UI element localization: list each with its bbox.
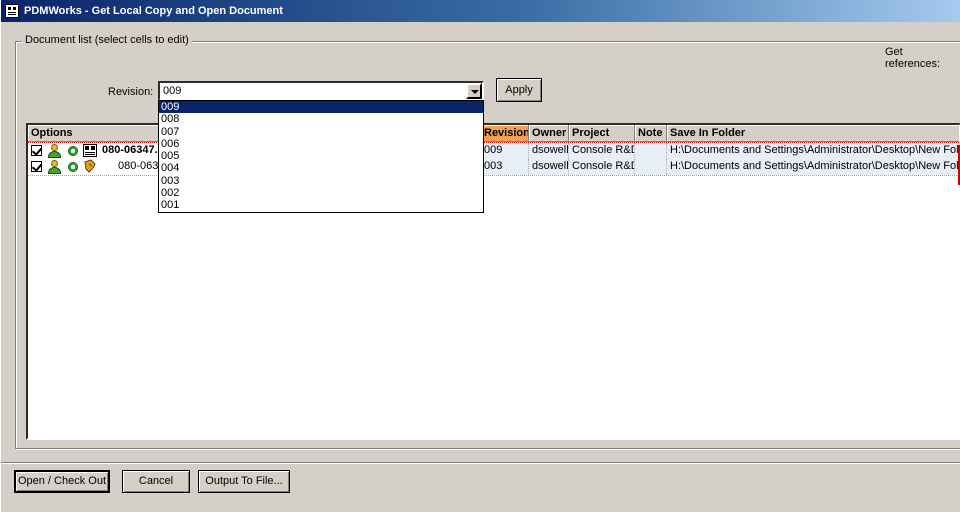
footer-separator (1, 462, 960, 464)
revision-option[interactable]: 006 (159, 138, 483, 150)
part-icon (84, 159, 96, 173)
revision-option[interactable]: 005 (159, 150, 483, 162)
user-icon (48, 144, 61, 158)
revision-option[interactable]: 002 (159, 187, 483, 199)
revision-combobox[interactable]: 009 (158, 81, 484, 101)
window-title: PDMWorks - Get Local Copy and Open Docum… (24, 5, 283, 17)
get-references-label: Get references: (885, 46, 941, 70)
note-cell[interactable] (635, 143, 667, 159)
output-to-file-button[interactable]: Output To File... (198, 470, 290, 493)
column-header-save-in-folder[interactable]: Save In Folder (667, 125, 959, 142)
get-latest-icon[interactable] (68, 146, 78, 156)
include-checkbox[interactable] (31, 145, 42, 156)
title-bar[interactable]: PDMWorks - Get Local Copy and Open Docum… (1, 0, 960, 22)
column-header-revision[interactable]: Revision (481, 125, 529, 142)
include-checkbox[interactable] (31, 161, 42, 172)
chevron-down-icon[interactable] (466, 83, 482, 99)
cancel-button[interactable]: Cancel (122, 470, 190, 493)
project-cell: Console R&D (569, 159, 635, 175)
revision-option[interactable]: 004 (159, 162, 483, 174)
note-cell[interactable] (635, 159, 667, 175)
owner-cell: dsowell (529, 159, 569, 175)
column-header-note[interactable]: Note (635, 125, 667, 142)
document-name: 080-06347. (102, 144, 158, 156)
revision-option[interactable]: 001 (159, 199, 483, 211)
user-icon (48, 160, 61, 174)
owner-cell: dsowell (529, 143, 569, 159)
revision-dropdown-list[interactable]: 009 008 007 006 005 004 003 002 001 (158, 100, 484, 213)
pdmworks-app-icon (5, 4, 19, 18)
open-check-out-button[interactable]: Open / Check Out (14, 470, 110, 493)
revision-option[interactable]: 008 (159, 113, 483, 125)
revision-selected-value: 009 (163, 85, 182, 97)
revision-option[interactable]: 003 (159, 175, 483, 187)
save-folder-cell[interactable]: H:\Documents and Settings\Administrator\… (667, 159, 959, 175)
document-list-group-label: Document list (select cells to edit) (22, 34, 192, 46)
apply-button[interactable]: Apply (496, 78, 542, 102)
revision-cell[interactable]: 009 (481, 143, 529, 159)
column-header-owner[interactable]: Owner (529, 125, 569, 142)
project-cell: Console R&D (569, 143, 635, 159)
save-folder-cell[interactable]: H:\Documents and Settings\Administrator\… (667, 143, 959, 159)
revision-option[interactable]: 009 (159, 101, 483, 114)
revision-option[interactable]: 007 (159, 126, 483, 138)
column-header-project[interactable]: Project (569, 125, 635, 142)
dialog-window: PDMWorks - Get Local Copy and Open Docum… (0, 0, 960, 512)
revision-label: Revision: (108, 86, 154, 98)
revision-cell[interactable]: 003 (481, 159, 529, 175)
assembly-icon (83, 144, 97, 157)
get-latest-icon[interactable] (68, 162, 78, 172)
